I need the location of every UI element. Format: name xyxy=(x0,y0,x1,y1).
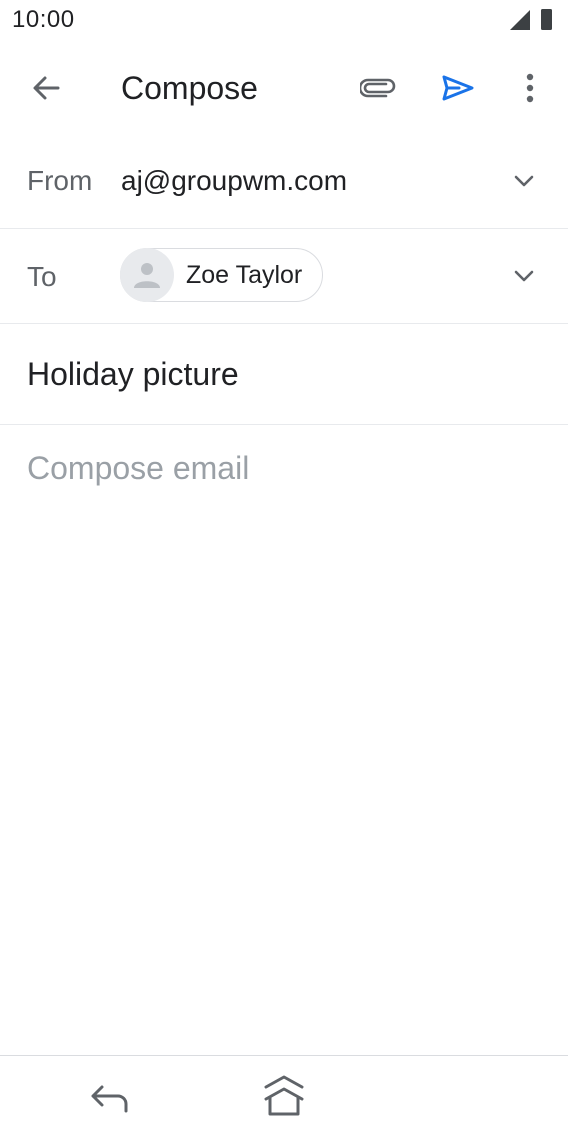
send-icon xyxy=(442,75,474,101)
nav-home-icon xyxy=(264,1075,304,1116)
recipient-name: Zoe Taylor xyxy=(186,260,303,289)
status-time: 10:00 xyxy=(12,6,75,33)
back-arrow-icon xyxy=(33,76,60,100)
subject-field[interactable]: Holiday picture xyxy=(27,356,239,393)
send-button[interactable] xyxy=(434,64,482,112)
to-label: To xyxy=(27,261,57,292)
page-title: Compose xyxy=(121,70,258,106)
compose-screen: 10:00 Compose From aj@groupwm.com To Zoe… xyxy=(0,0,568,1136)
attach-button[interactable] xyxy=(354,64,402,112)
avatar xyxy=(120,248,174,302)
navigation-bar xyxy=(0,1055,568,1136)
more-options-button[interactable] xyxy=(506,64,554,112)
to-expand-button[interactable] xyxy=(502,254,546,298)
person-icon xyxy=(134,263,160,288)
nav-back-button[interactable] xyxy=(80,1068,140,1128)
status-bar: 10:00 xyxy=(0,0,568,40)
nav-back-icon xyxy=(91,1085,128,1113)
battery-icon xyxy=(541,9,552,30)
back-button[interactable] xyxy=(22,64,70,112)
paperclip-icon xyxy=(360,78,396,98)
more-vert-icon xyxy=(526,73,534,103)
compose-body-field[interactable]: Compose email xyxy=(27,450,541,1030)
chevron-down-icon xyxy=(514,270,534,282)
nav-home-button[interactable] xyxy=(254,1066,314,1126)
signal-icon xyxy=(510,10,530,30)
subject-row[interactable]: Holiday picture xyxy=(0,324,568,425)
from-label: From xyxy=(27,165,93,196)
from-expand-button[interactable] xyxy=(502,159,546,203)
from-account-value[interactable]: aj@groupwm.com xyxy=(121,165,347,197)
from-row: From aj@groupwm.com xyxy=(0,135,568,229)
chevron-down-icon xyxy=(514,175,534,187)
to-row[interactable]: To Zoe Taylor xyxy=(0,229,568,324)
status-icons xyxy=(508,8,556,32)
recipient-chip[interactable]: Zoe Taylor xyxy=(120,248,324,302)
app-bar: Compose xyxy=(0,48,568,132)
